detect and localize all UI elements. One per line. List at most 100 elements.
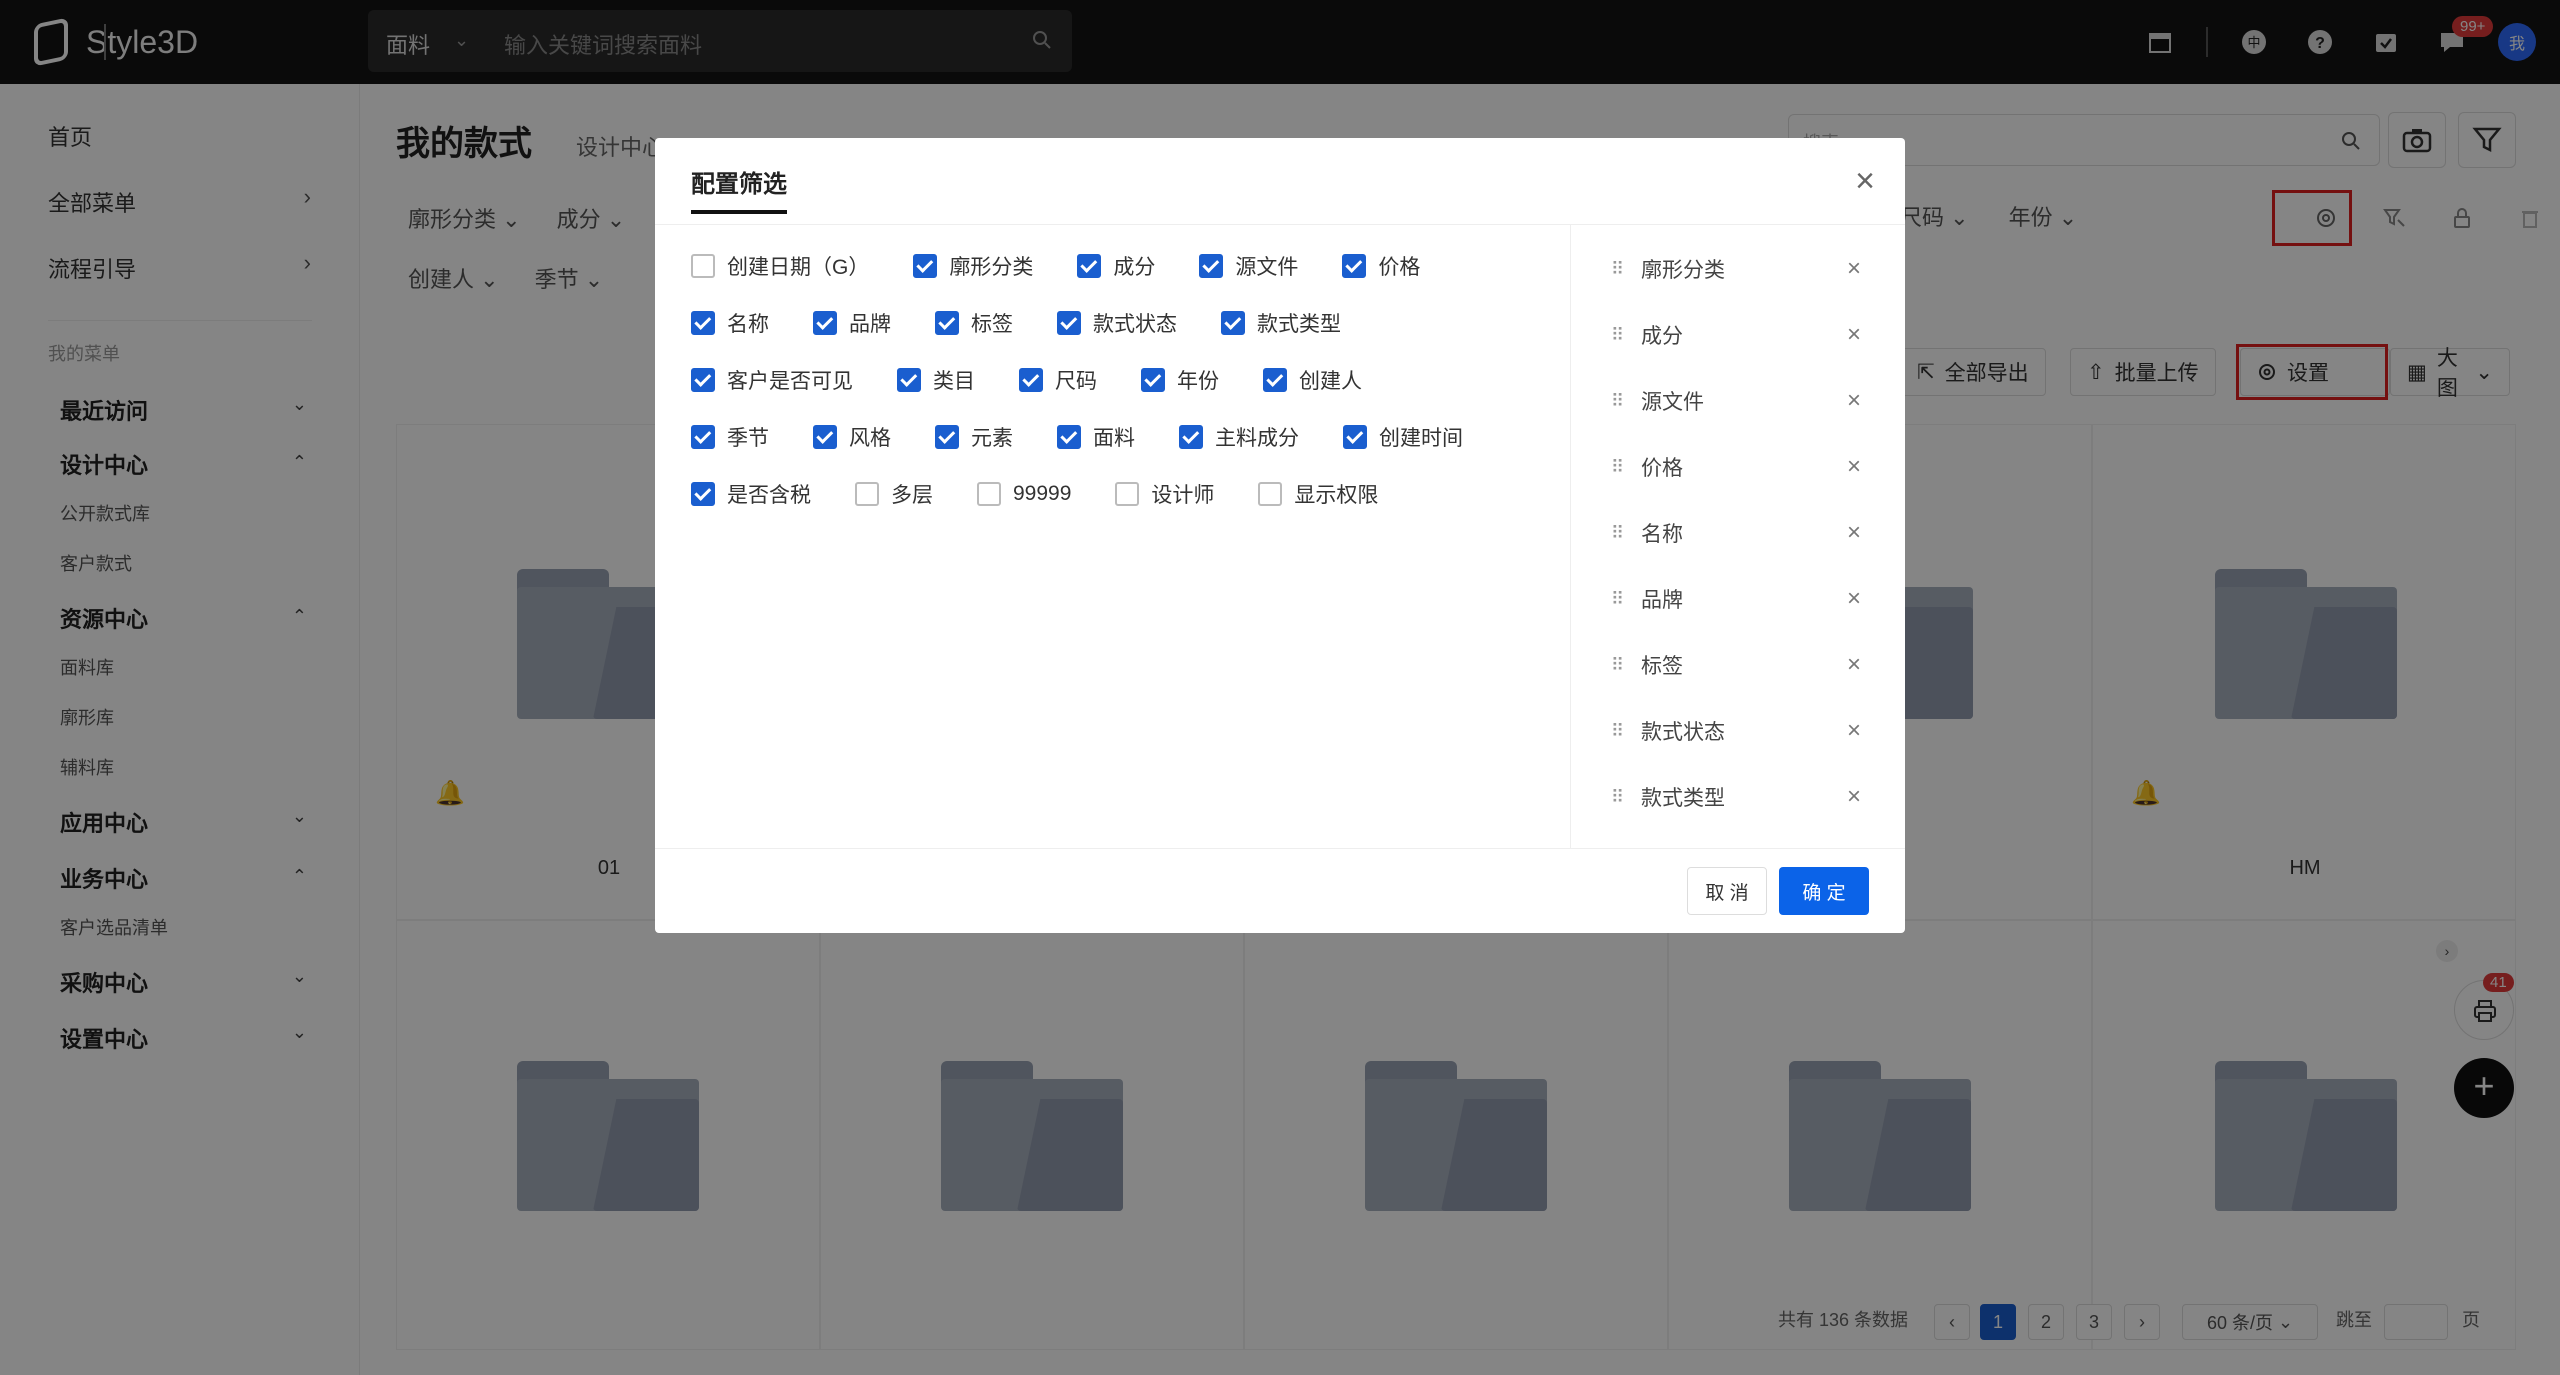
dialog-footer: 取 消 确 定 (655, 848, 1905, 933)
remove-icon[interactable]: × (1847, 255, 1861, 283)
option-element[interactable]: 元素 (935, 422, 1013, 452)
checkbox[interactable] (855, 482, 879, 506)
option-main-composition[interactable]: 主料成分 (1179, 422, 1299, 452)
selected-item[interactable]: ⠿ 名称 × (1611, 513, 1861, 553)
option-label: 款式状态 (1093, 313, 1177, 336)
option-label: 风格 (849, 427, 891, 450)
checkbox[interactable] (1077, 254, 1102, 278)
checkbox[interactable] (1115, 482, 1140, 506)
option-price[interactable]: 价格 (1342, 251, 1420, 281)
checkbox[interactable] (935, 311, 959, 335)
drag-handle-icon[interactable]: ⠿ (1611, 457, 1625, 478)
filter-options-pane: 创建日期（G） 廓形分类 成分 源文件 价格 名称 品牌 标签 款式状态 款式类… (655, 225, 1570, 848)
option-size[interactable]: 尺码 (1019, 365, 1097, 395)
checkbox[interactable] (1342, 254, 1367, 278)
option-99999[interactable]: 99999 (977, 482, 1071, 506)
checkbox[interactable] (1179, 425, 1203, 449)
remove-icon[interactable]: × (1847, 519, 1861, 547)
option-fabric[interactable]: 面料 (1057, 422, 1135, 452)
option-tag[interactable]: 标签 (935, 308, 1013, 338)
checkbox[interactable] (913, 254, 938, 278)
option-composition[interactable]: 成分 (1077, 251, 1155, 281)
option-name[interactable]: 名称 (691, 308, 769, 338)
checkbox[interactable] (691, 254, 715, 278)
checkbox[interactable] (1141, 368, 1165, 392)
drag-handle-icon[interactable]: ⠿ (1611, 259, 1625, 280)
remove-icon[interactable]: × (1847, 651, 1861, 679)
selected-item[interactable]: ⠿ 成分 × (1611, 315, 1861, 355)
remove-icon[interactable]: × (1847, 717, 1861, 745)
option-label: 品牌 (849, 313, 891, 336)
title-underline (691, 210, 787, 214)
remove-icon[interactable]: × (1847, 783, 1861, 811)
drag-handle-icon[interactable]: ⠿ (1611, 787, 1625, 808)
checkbox[interactable] (691, 425, 715, 449)
remove-icon[interactable]: × (1847, 387, 1861, 415)
option-season[interactable]: 季节 (691, 422, 769, 452)
option-label: 多层 (891, 484, 933, 507)
selected-item[interactable]: ⠿ 标签 × (1611, 645, 1861, 685)
confirm-button[interactable]: 确 定 (1779, 867, 1869, 915)
option-label: 主料成分 (1215, 427, 1299, 450)
remove-icon[interactable]: × (1847, 453, 1861, 481)
checkbox[interactable] (1263, 368, 1287, 392)
checkbox[interactable] (1343, 425, 1367, 449)
option-style-type[interactable]: 款式类型 (1221, 308, 1341, 338)
selected-item[interactable]: ⠿ 价格 × (1611, 447, 1861, 487)
checkbox[interactable] (897, 368, 921, 392)
checkbox[interactable] (691, 311, 715, 335)
drag-handle-icon[interactable]: ⠿ (1611, 655, 1625, 676)
dialog-title: 配置筛选 (691, 171, 787, 198)
checkbox[interactable] (977, 482, 1001, 506)
cancel-button[interactable]: 取 消 (1687, 867, 1767, 915)
option-label: 尺码 (1055, 370, 1097, 393)
option-style[interactable]: 风格 (813, 422, 891, 452)
option-source-file[interactable]: 源文件 (1199, 251, 1298, 281)
checkbox[interactable] (1258, 482, 1283, 506)
selected-label: 廓形分类 (1641, 259, 1725, 282)
checkbox[interactable] (1057, 311, 1081, 335)
checkbox[interactable] (935, 425, 959, 449)
option-tax-included[interactable]: 是否含税 (691, 479, 811, 509)
option-silhouette[interactable]: 廓形分类 (913, 251, 1033, 281)
option-label: 创建时间 (1379, 427, 1463, 450)
option-label: 价格 (1378, 256, 1421, 279)
checkbox[interactable] (1019, 368, 1043, 392)
selected-label: 款式类型 (1641, 787, 1725, 810)
checkbox[interactable] (1199, 254, 1224, 278)
option-designer[interactable]: 设计师 (1115, 479, 1214, 509)
option-multi-layer[interactable]: 多层 (855, 479, 933, 509)
close-icon[interactable]: × (1855, 164, 1875, 198)
option-created-time[interactable]: 创建时间 (1343, 422, 1463, 452)
checkbox[interactable] (1221, 311, 1245, 335)
drag-handle-icon[interactable]: ⠿ (1611, 325, 1625, 346)
checkbox[interactable] (813, 311, 837, 335)
drag-handle-icon[interactable]: ⠿ (1611, 523, 1625, 544)
checkbox[interactable] (813, 425, 837, 449)
checkbox[interactable] (691, 368, 715, 392)
option-category[interactable]: 类目 (897, 365, 975, 395)
checkbox[interactable] (1057, 425, 1081, 449)
drag-handle-icon[interactable]: ⠿ (1611, 391, 1625, 412)
remove-icon[interactable]: × (1847, 321, 1861, 349)
option-customer-visible[interactable]: 客户是否可见 (691, 365, 853, 395)
option-label: 成分 (1113, 256, 1156, 279)
option-brand[interactable]: 品牌 (813, 308, 891, 338)
selected-item[interactable]: ⠿ 款式状态 × (1611, 711, 1861, 751)
option-style-status[interactable]: 款式状态 (1057, 308, 1177, 338)
option-display-permission[interactable]: 显示权限 (1258, 479, 1378, 509)
option-year[interactable]: 年份 (1141, 365, 1219, 395)
selected-item[interactable]: ⠿ 廓形分类 × (1611, 249, 1861, 289)
option-label: 名称 (727, 313, 769, 336)
selected-item[interactable]: ⠿ 品牌 × (1611, 579, 1861, 619)
option-creator[interactable]: 创建人 (1263, 365, 1362, 395)
option-label: 源文件 (1235, 256, 1299, 279)
drag-handle-icon[interactable]: ⠿ (1611, 721, 1625, 742)
selected-item[interactable]: ⠿ 源文件 × (1611, 381, 1861, 421)
drag-handle-icon[interactable]: ⠿ (1611, 589, 1625, 610)
selected-item[interactable]: ⠿ 款式类型 × (1611, 777, 1861, 817)
checkbox[interactable] (691, 482, 715, 506)
remove-icon[interactable]: × (1847, 585, 1861, 613)
option-created-date[interactable]: 创建日期（G） (691, 251, 869, 281)
selected-label: 标签 (1641, 655, 1683, 678)
